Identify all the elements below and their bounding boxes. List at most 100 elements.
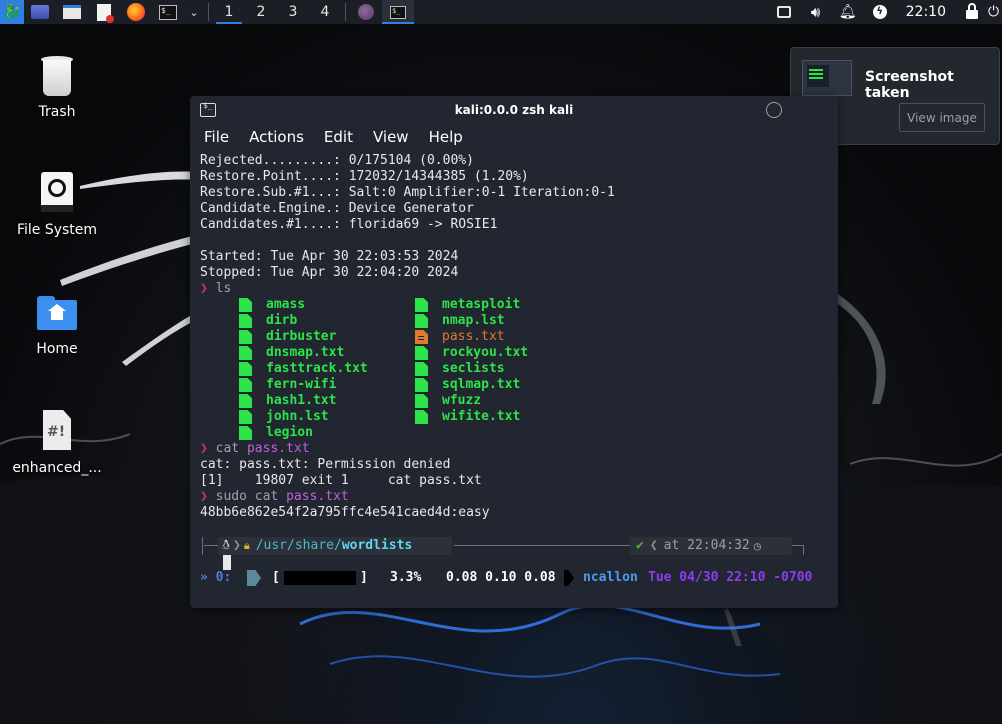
clock[interactable]: 22:10 bbox=[896, 0, 956, 24]
ls-name: metasploit bbox=[442, 297, 521, 312]
tmux-cpu-meter bbox=[284, 571, 356, 585]
file-icon bbox=[415, 410, 428, 424]
desktop-icon-home[interactable]: Home bbox=[9, 289, 105, 357]
taskbar-terminal[interactable]: $_ bbox=[382, 0, 414, 24]
tmux-bar-right: ] bbox=[360, 570, 368, 585]
menu-view[interactable]: View bbox=[363, 128, 419, 146]
ls-entry: hash1.txt bbox=[239, 393, 368, 409]
window-close-button[interactable] bbox=[766, 102, 782, 118]
ls-name: pass.txt bbox=[442, 329, 505, 344]
window-title: kali:0.0.0 zsh kali bbox=[454, 103, 574, 117]
tmux-bar-left: [ bbox=[272, 570, 280, 585]
terminal-window[interactable]: kali:0.0.0 zsh kali File Actions Edit Vi… bbox=[190, 96, 838, 608]
menu-help[interactable]: Help bbox=[419, 128, 473, 146]
segment-separator: ❯ bbox=[233, 538, 241, 553]
prompt-rule bbox=[454, 545, 630, 546]
path-root: / bbox=[255, 538, 264, 553]
text-editor-icon bbox=[97, 3, 114, 23]
lock-icon bbox=[966, 3, 978, 19]
tmux-cpu: 3.3% bbox=[390, 570, 422, 585]
terminal-icon: $_ bbox=[159, 4, 177, 20]
terminal-icon: $_ bbox=[390, 5, 406, 19]
network-tray[interactable] bbox=[768, 0, 800, 24]
file-icon bbox=[239, 394, 252, 408]
ls-entry: john.lst bbox=[239, 409, 368, 425]
ls-name: dnsmap.txt bbox=[266, 345, 345, 360]
ls-entry: dirbuster bbox=[239, 329, 368, 345]
file-icon bbox=[415, 298, 428, 312]
ls-column: metasploit nmap.lst pass.txt rockyou.txt… bbox=[415, 297, 528, 425]
text-editor-launcher[interactable] bbox=[88, 0, 120, 24]
clock-text: 22:10 bbox=[905, 4, 946, 20]
menu-actions[interactable]: Actions bbox=[239, 128, 314, 146]
desktop-icon-trash[interactable]: Trash bbox=[9, 52, 105, 120]
command-line: ❯ ls bbox=[200, 281, 830, 297]
file-icon bbox=[239, 314, 252, 328]
volume-tray[interactable]: 🔊︎ bbox=[800, 0, 832, 24]
output-line: Candidate.Engine.: Device Generator bbox=[200, 201, 474, 216]
terminal-launcher[interactable]: $_ bbox=[152, 0, 184, 24]
ls-output: amass dirb dirbuster dnsmap.txt fasttrac… bbox=[200, 297, 830, 441]
desktop-icon-file-system[interactable]: File System bbox=[9, 170, 105, 238]
ls-entry: metasploit bbox=[415, 297, 528, 313]
ls-name: sqlmap.txt bbox=[442, 377, 521, 392]
path-slash: / bbox=[333, 538, 342, 553]
tmux-load: 0.08 0.10 0.08 bbox=[446, 570, 556, 585]
ls-name: dirbuster bbox=[266, 329, 337, 344]
ls-name: fern-wifi bbox=[266, 377, 337, 392]
view-image-button[interactable]: View image bbox=[899, 103, 985, 132]
workspace-3[interactable]: 3 bbox=[277, 0, 309, 24]
taskbar-firefox[interactable] bbox=[350, 0, 382, 24]
command-line: ❯ sudo cat pass.txt bbox=[200, 489, 830, 505]
workspace-1[interactable]: 1 bbox=[213, 0, 245, 24]
output-line: Rejected.........: 0/175104 (0.00%) bbox=[200, 153, 474, 168]
command-line: ❯ cat pass.txt bbox=[200, 441, 830, 457]
workspace-label: 2 bbox=[256, 4, 266, 20]
command-arg: pass.txt bbox=[286, 489, 349, 504]
ls-entry: fern-wifi bbox=[239, 377, 368, 393]
notifications-tray[interactable]: 🔔︎ bbox=[832, 0, 864, 24]
system-tray: 🔊︎ 🔔︎ ϟ 22:10 ⏻ bbox=[768, 0, 1002, 24]
workspace-4[interactable]: 4 bbox=[309, 0, 341, 24]
workspace-label: 1 bbox=[224, 4, 234, 20]
output-line: Started: Tue Apr 30 22:03:53 2024 bbox=[200, 249, 459, 264]
bell-icon: 🔔︎ bbox=[838, 4, 857, 20]
file-icon bbox=[239, 298, 252, 312]
network-icon bbox=[776, 6, 791, 18]
lock-icon: 🔒︎ bbox=[243, 539, 250, 552]
file-icon bbox=[239, 426, 252, 440]
terminal-titlebar[interactable]: kali:0.0.0 zsh kali bbox=[190, 96, 838, 124]
segment-separator: ❮ bbox=[649, 538, 658, 553]
success-check: ✔ bbox=[636, 538, 644, 553]
kali-menu-button[interactable]: 🐉 bbox=[0, 0, 24, 24]
launcher-dropdown[interactable]: ⌄ bbox=[184, 0, 204, 24]
ls-name: amass bbox=[266, 297, 306, 312]
firefox-launcher[interactable] bbox=[120, 0, 152, 24]
output-line: Candidates.#1....: florida69 -> ROSIE1 bbox=[200, 217, 498, 232]
desktop-icon bbox=[31, 5, 49, 19]
panel-separator bbox=[345, 3, 346, 21]
output-line: cat: pass.txt: Permission denied bbox=[200, 457, 451, 472]
file-icon bbox=[239, 330, 252, 344]
prompt-status-bar: 🐧︎ ❯ 🔒︎ / usr / share / wordlists ✔ ❮ at… bbox=[200, 537, 810, 555]
lock-screen-button[interactable] bbox=[956, 0, 988, 24]
file-icon bbox=[239, 346, 252, 360]
file-manager-launcher[interactable] bbox=[56, 0, 88, 24]
menu-file[interactable]: File bbox=[194, 128, 239, 146]
script-file-icon: #! bbox=[33, 408, 81, 456]
tmux-arrow bbox=[247, 570, 261, 586]
file-icon bbox=[415, 394, 428, 408]
desktop-icon-enhanced-script[interactable]: #! enhanced_... bbox=[9, 408, 105, 476]
power-tray[interactable]: ϟ bbox=[864, 0, 896, 24]
path-current: wordlists bbox=[341, 538, 413, 553]
logout-button[interactable]: ⏻ bbox=[988, 0, 1002, 24]
tmux-arrow bbox=[564, 570, 574, 586]
ls-name: wifite.txt bbox=[442, 409, 521, 424]
top-panel: 🐉 $_ ⌄ 1 2 3 4 $_ 🔊︎ 🔔︎ ϟ 22:10 ⏻ bbox=[0, 0, 1002, 24]
menu-edit[interactable]: Edit bbox=[314, 128, 363, 146]
workspace-2[interactable]: 2 bbox=[245, 0, 277, 24]
file-icon bbox=[239, 410, 252, 424]
show-desktop-launcher[interactable] bbox=[24, 0, 56, 24]
terminal-screen[interactable]: Rejected.........: 0/175104 (0.00%) Rest… bbox=[200, 153, 830, 603]
